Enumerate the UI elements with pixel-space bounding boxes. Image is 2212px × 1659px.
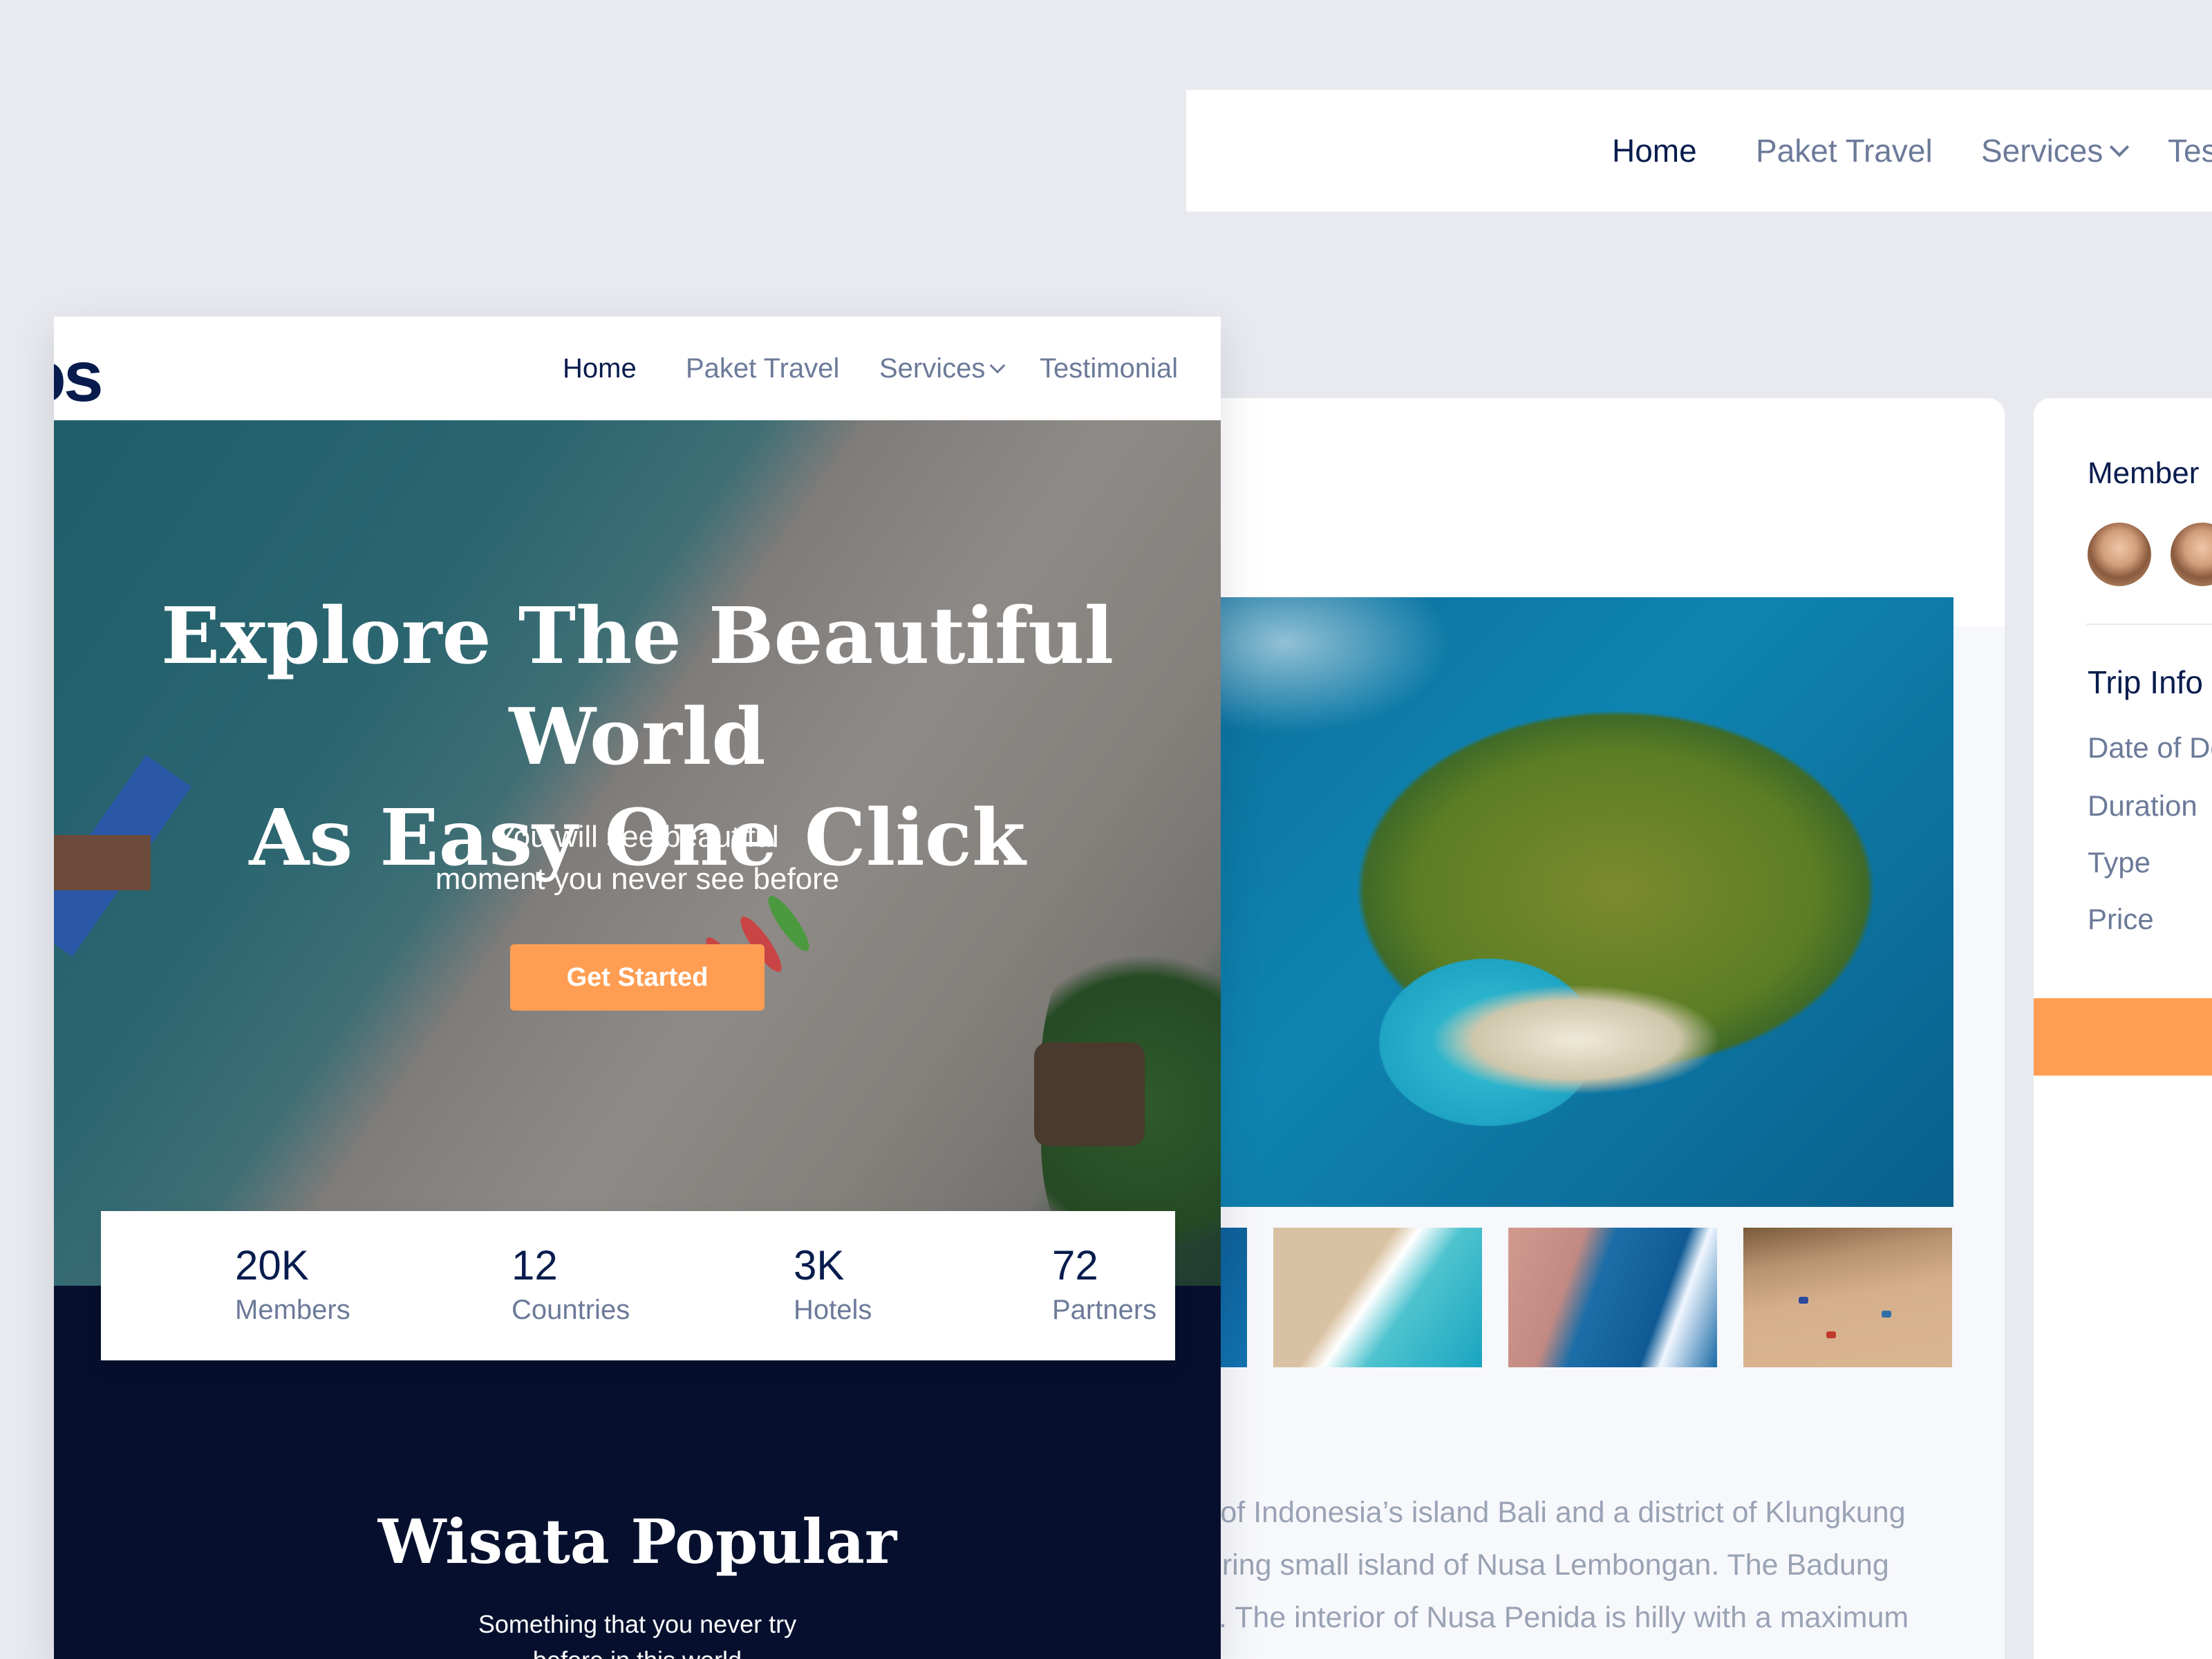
members-heading: Member xyxy=(2088,456,2200,490)
photo-detail xyxy=(1799,1297,1808,1304)
sidebar-divider xyxy=(2086,624,2212,625)
back-nav-services-label: Services xyxy=(1981,133,2103,169)
nav-paket-travel[interactable]: Paket Travel xyxy=(686,317,839,420)
trip-info-date: Date of De xyxy=(2088,731,2212,764)
stat-label: Partners xyxy=(1052,1295,1157,1325)
trip-info-heading: Trip Info xyxy=(2088,664,2204,700)
get-started-button[interactable]: Get Started xyxy=(510,944,765,1011)
back-nav-services[interactable]: Services xyxy=(1981,90,2130,212)
stat-value: 72 xyxy=(1052,1242,1098,1288)
stats-bar: 20K Members 12 Countries 3K Hotels 72 Pa… xyxy=(101,1211,1175,1360)
stat-value: 3K xyxy=(794,1242,845,1288)
popular-title: Wisata Popular xyxy=(377,1506,897,1577)
hero-subtitle: You will see beautiful moment you never … xyxy=(54,816,1221,900)
trip-info-type: Type xyxy=(2088,846,2151,879)
stat-members: 20K Members xyxy=(235,1241,350,1330)
trip-info-duration: Duration xyxy=(2088,789,2197,822)
stat-countries: 12 Countries xyxy=(512,1241,630,1330)
stat-value: 12 xyxy=(512,1242,558,1288)
hero-section: Explore The Beautiful World As Easy One … xyxy=(54,420,1221,1286)
gallery-thumbnail[interactable] xyxy=(1273,1228,1482,1367)
gallery-thumbnail[interactable] xyxy=(1743,1228,1952,1367)
stat-value: 20K xyxy=(235,1242,309,1288)
photo-detail xyxy=(1826,1331,1836,1338)
stat-label: Countries xyxy=(512,1295,630,1325)
photo-beach xyxy=(1431,984,1721,1095)
description-line: ali. The interior of Nusa Penida is hill… xyxy=(1189,1601,1909,1634)
chevron-down-icon xyxy=(990,357,1006,374)
hero-hut xyxy=(1034,1042,1145,1146)
nav-services[interactable]: Services xyxy=(879,317,1006,420)
stat-hotels: 3K Hotels xyxy=(794,1241,872,1330)
popular-subtitle: Something that you never try before in t… xyxy=(54,1606,1221,1659)
description-line: ouring small island of Nusa Lembongan. T… xyxy=(1189,1548,1889,1582)
popular-subtitle-line: Something that you never try xyxy=(478,1610,797,1638)
back-nav-home[interactable]: Home xyxy=(1612,90,1697,212)
stat-label: Hotels xyxy=(794,1295,872,1325)
detail-card-header xyxy=(1106,398,2005,626)
nav-testimonial[interactable]: Testimonial xyxy=(1040,317,1178,420)
nav-services-label: Services xyxy=(879,353,986,384)
main-destination-photo xyxy=(1203,597,1953,1207)
brand-logo[interactable]: ɔs xyxy=(54,336,104,418)
hero-subtitle-line: moment you never see before xyxy=(435,862,840,896)
destination-description: st of Indonesia’s island Bali and a dist… xyxy=(1189,1486,1956,1644)
member-avatar[interactable] xyxy=(2085,520,2154,589)
nav-home[interactable]: Home xyxy=(563,317,637,420)
chevron-down-icon xyxy=(2110,137,2130,158)
join-button[interactable] xyxy=(2034,998,2212,1076)
photo-detail xyxy=(1882,1311,1891,1318)
popular-subtitle-line: before in this world xyxy=(54,1642,1221,1659)
back-navbar: Home Paket Travel Services Tes xyxy=(1186,90,2212,212)
description-line: st of Indonesia’s island Bali and a dist… xyxy=(1189,1496,1906,1529)
stat-label: Members xyxy=(235,1295,350,1325)
hero-subtitle-line: You will see beautiful xyxy=(496,820,779,854)
gallery-thumbnail[interactable] xyxy=(1508,1228,1717,1367)
stat-partners: 72 Partners xyxy=(1052,1241,1156,1330)
trip-info-price: Price xyxy=(2088,903,2154,935)
hero-title-line: Explore The Beautiful World xyxy=(160,591,1114,782)
photo-foam xyxy=(1203,597,1479,749)
back-nav-testimonial[interactable]: Tes xyxy=(2168,90,2212,212)
back-nav-paket-travel[interactable]: Paket Travel xyxy=(1756,90,1933,212)
landing-page-card: ɔs Home Paket Travel Services Testimonia… xyxy=(54,317,1221,1659)
front-navbar: ɔs Home Paket Travel Services Testimonia… xyxy=(54,317,1221,420)
